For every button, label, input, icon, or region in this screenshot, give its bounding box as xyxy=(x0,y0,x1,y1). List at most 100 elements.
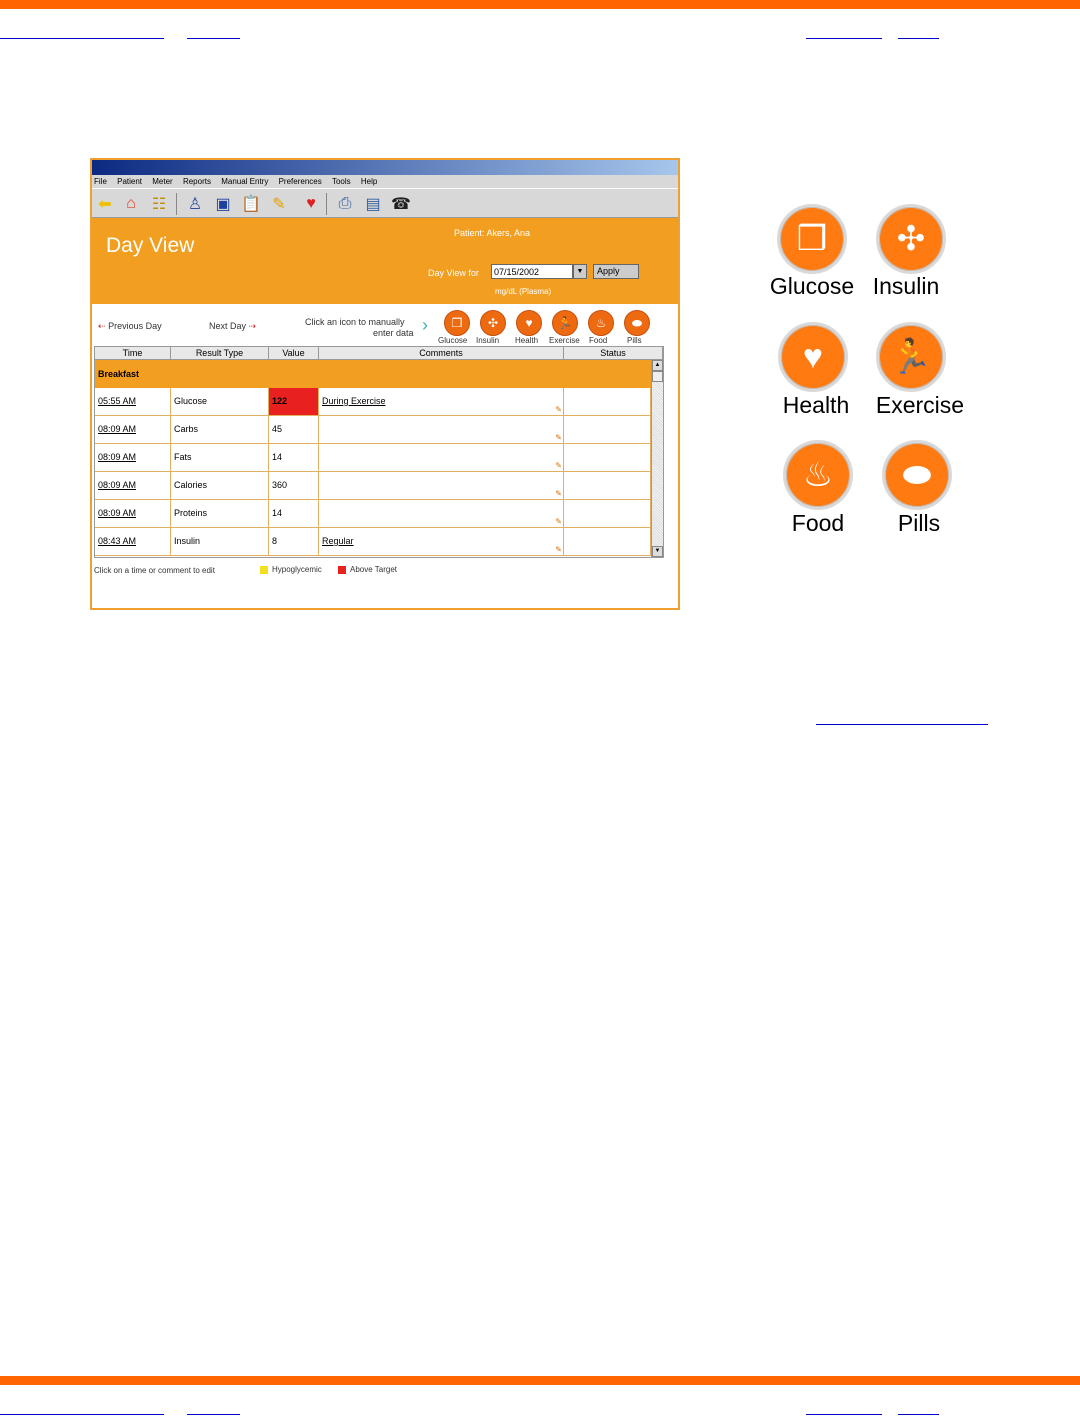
bottom-link-2[interactable] xyxy=(187,1414,240,1415)
person-icon[interactable]: ♙ xyxy=(184,193,206,215)
menu-tools[interactable]: Tools xyxy=(332,177,351,186)
edit-pencil-icon[interactable]: ✎ xyxy=(555,518,562,526)
bottom-link-1[interactable] xyxy=(0,1414,164,1415)
menu-bar: File Patient Meter Reports Manual Entry … xyxy=(92,175,678,188)
printer-icon[interactable]: ⎙ xyxy=(334,193,356,215)
date-input[interactable]: 07/15/2002 xyxy=(491,264,573,279)
insulin-caption: Insulin xyxy=(872,273,940,299)
insulin-label: Insulin xyxy=(476,336,500,345)
col-value[interactable]: Value xyxy=(269,347,319,360)
health-icon[interactable]: ♥ xyxy=(516,310,542,336)
edit-pencil-icon[interactable]: ✎ xyxy=(555,462,562,470)
exercise-caption: Exercise xyxy=(875,392,965,418)
comment-cell[interactable] xyxy=(319,416,564,443)
edit-pencil-icon[interactable]: ✎ xyxy=(555,434,562,442)
pills-icon: ⬬ xyxy=(882,440,952,510)
fax-icon[interactable]: ☎ xyxy=(390,193,412,215)
glucose-icon[interactable]: ❒ xyxy=(444,310,470,336)
menu-patient[interactable]: Patient xyxy=(117,177,142,186)
home-icon[interactable]: ⌂ xyxy=(120,193,142,215)
scroll-down-icon[interactable]: ▼ xyxy=(652,546,663,557)
col-comments[interactable]: Comments xyxy=(319,347,564,360)
toolbar-separator xyxy=(326,193,327,215)
apply-button[interactable]: Apply xyxy=(593,264,639,279)
pills-label: Pills xyxy=(627,336,642,345)
click-hint-line-2: enter data xyxy=(373,328,414,338)
day-view-for-label: Day View for xyxy=(428,268,479,278)
time-cell[interactable]: 05:55 AM xyxy=(95,388,171,415)
table-scrollbar[interactable]: ▲ ▼ xyxy=(651,360,663,557)
edit-hint: Click on a time or comment to edit xyxy=(94,566,215,575)
report-icon[interactable]: ▤ xyxy=(362,193,384,215)
menu-reports[interactable]: Reports xyxy=(183,177,211,186)
scroll-thumb[interactable] xyxy=(652,371,663,382)
time-cell[interactable]: 08:09 AM xyxy=(95,500,171,527)
top-link-4[interactable] xyxy=(898,38,939,39)
time-cell[interactable]: 08:09 AM xyxy=(95,444,171,471)
result-type-cell: Glucose xyxy=(171,388,269,415)
food-caption: Food xyxy=(791,510,845,536)
bottom-link-4[interactable] xyxy=(898,1414,939,1415)
status-cell xyxy=(564,500,651,527)
next-day-link[interactable]: Next Day ⇢ xyxy=(209,321,256,332)
day-navigation: ⇠ Previous Day Next Day ⇢ Click an icon … xyxy=(92,304,678,345)
bottom-orange-bar xyxy=(0,1376,1080,1385)
value-cell: 360 xyxy=(269,472,319,499)
health-label: Health xyxy=(515,336,539,345)
top-link-3[interactable] xyxy=(806,38,882,39)
value-cell: 14 xyxy=(269,500,319,527)
previous-day-link[interactable]: ⇠ Previous Day xyxy=(98,321,162,332)
status-cell xyxy=(564,388,651,415)
top-link-2[interactable] xyxy=(187,38,240,39)
menu-manual-entry[interactable]: Manual Entry xyxy=(221,177,268,186)
chevron-right-icon: › xyxy=(422,315,428,335)
toolbar: ⬅ ⌂ ☷ ♙ ▣ 📋 ✎ ♥ ⎙ ▤ ☎ xyxy=(92,188,678,218)
insulin-icon: ✣ xyxy=(876,204,946,274)
edit-pencil-icon[interactable]: ✎ xyxy=(555,406,562,414)
time-cell[interactable]: 08:43 AM xyxy=(95,528,171,555)
top-link-1[interactable] xyxy=(0,38,164,39)
comment-cell[interactable] xyxy=(319,444,564,471)
value-cell: 8 xyxy=(269,528,319,555)
toolbar-separator xyxy=(176,193,177,215)
right-arrow-icon: ⇢ xyxy=(248,321,257,331)
comment-cell[interactable]: During Exercise xyxy=(319,388,564,415)
pills-icon[interactable]: ⬬ xyxy=(624,310,650,336)
insulin-icon[interactable]: ✣ xyxy=(480,310,506,336)
time-cell[interactable]: 08:09 AM xyxy=(95,416,171,443)
edit-pencil-icon[interactable]: ✎ xyxy=(555,546,562,554)
edit-pencil-icon[interactable]: ✎ xyxy=(555,490,562,498)
health-caption: Health xyxy=(782,392,850,418)
previous-day-label: Previous Day xyxy=(108,321,162,331)
heart-icon[interactable]: ♥ xyxy=(300,193,322,215)
comment-cell[interactable] xyxy=(319,500,564,527)
comment-cell[interactable] xyxy=(319,472,564,499)
pills-caption: Pills xyxy=(897,510,941,536)
exercise-icon[interactable]: 🏃 xyxy=(552,310,578,336)
clipboard-icon[interactable]: 📋 xyxy=(240,193,262,215)
menu-file[interactable]: File xyxy=(94,177,107,186)
menu-meter[interactable]: Meter xyxy=(152,177,172,186)
meter-icon[interactable]: ▣ xyxy=(212,193,234,215)
checklist-icon[interactable]: ☷ xyxy=(148,193,170,215)
col-status[interactable]: Status xyxy=(564,347,663,360)
food-icon[interactable]: ♨ xyxy=(588,310,614,336)
table-row: 08:43 AM Insulin 8 Regular ✎ xyxy=(95,528,651,556)
section-breakfast: Breakfast xyxy=(95,360,651,388)
scroll-up-icon[interactable]: ▲ xyxy=(652,360,663,371)
menu-help[interactable]: Help xyxy=(361,177,377,186)
back-arrow-icon[interactable]: ⬅ xyxy=(94,193,116,215)
result-type-cell: Insulin xyxy=(171,528,269,555)
col-time[interactable]: Time xyxy=(95,347,171,360)
chevron-down-icon[interactable]: ▼ xyxy=(573,264,587,279)
menu-preferences[interactable]: Preferences xyxy=(279,177,322,186)
comment-cell[interactable]: Regular xyxy=(319,528,564,555)
value-cell: 122 xyxy=(269,388,319,415)
pencil-icon[interactable]: ✎ xyxy=(268,193,290,215)
app-window: File Patient Meter Reports Manual Entry … xyxy=(90,158,680,610)
col-result-type[interactable]: Result Type xyxy=(171,347,269,360)
mid-link[interactable] xyxy=(816,724,988,725)
bottom-link-3[interactable] xyxy=(806,1414,882,1415)
time-cell[interactable]: 08:09 AM xyxy=(95,472,171,499)
units-label: mg/dL (Plasma) xyxy=(495,287,552,296)
